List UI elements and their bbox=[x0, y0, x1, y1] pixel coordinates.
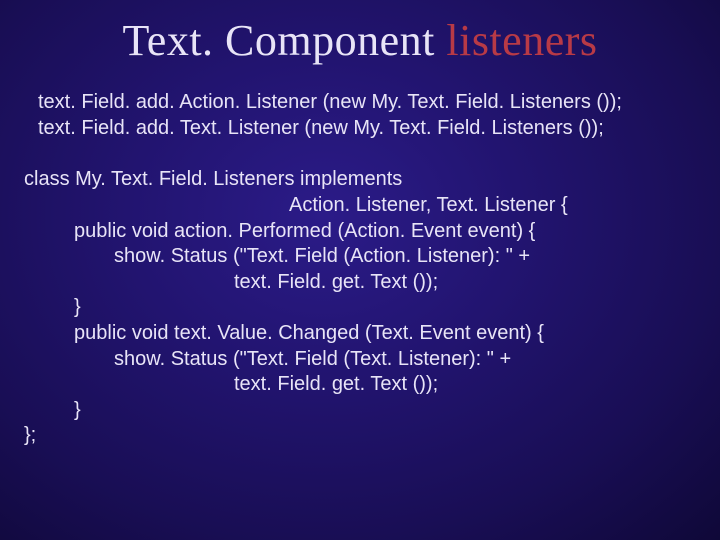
code-line: Action. Listener, Text. Listener { bbox=[24, 193, 700, 219]
code-line: }; bbox=[24, 423, 700, 449]
code-line: text. Field. add. Text. Listener (new My… bbox=[38, 116, 700, 142]
title-word-1: Text. Component bbox=[122, 16, 434, 65]
code-line: text. Field. get. Text ()); bbox=[24, 270, 700, 296]
code-line: text. Field. add. Action. Listener (new … bbox=[38, 90, 700, 116]
code-block-2: class My. Text. Field. Listeners impleme… bbox=[24, 167, 700, 449]
code-line: public void text. Value. Changed (Text. … bbox=[24, 321, 700, 347]
slide-title: Text. Component listeners bbox=[0, 18, 720, 64]
code-line: } bbox=[24, 398, 700, 424]
code-line: } bbox=[24, 295, 700, 321]
code-line: public void action. Performed (Action. E… bbox=[24, 219, 700, 245]
title-word-2: listeners bbox=[446, 16, 597, 65]
slide: Text. Component listeners text. Field. a… bbox=[0, 0, 720, 540]
code-line: show. Status ("Text. Field (Action. List… bbox=[24, 244, 700, 270]
code-line: text. Field. get. Text ()); bbox=[24, 372, 700, 398]
code-line: show. Status ("Text. Field (Text. Listen… bbox=[24, 347, 700, 373]
code-block-1: text. Field. add. Action. Listener (new … bbox=[38, 90, 700, 141]
code-line: class My. Text. Field. Listeners impleme… bbox=[24, 167, 700, 193]
